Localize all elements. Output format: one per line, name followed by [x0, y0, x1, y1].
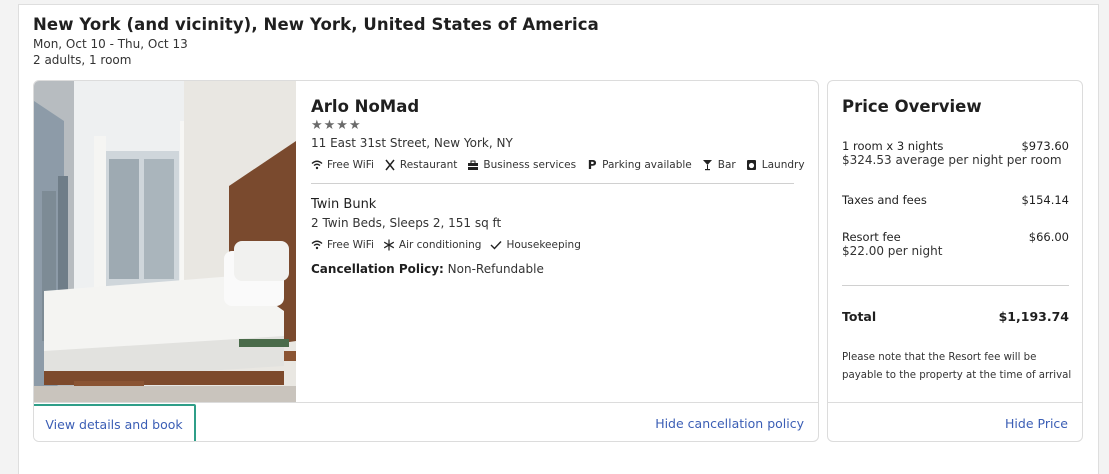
trip-guests: 2 adults, 1 room — [33, 53, 132, 67]
amenity-label: Free WiFi — [327, 239, 374, 251]
price-total-row: Total $1,193.74 — [842, 309, 1069, 324]
rooms-label: 1 room x 3 nights — [842, 139, 944, 153]
rooms-value: $973.60 — [1021, 139, 1069, 153]
hotel-room-photo — [34, 81, 296, 402]
total-value: $1,193.74 — [998, 309, 1069, 324]
amenity-wifi: Free WiFi — [311, 159, 374, 171]
destination-title: New York (and vicinity), New York, Unite… — [33, 15, 599, 34]
star-rating: ★★★★ — [311, 118, 362, 133]
wifi-icon — [311, 239, 323, 251]
snowflake-icon — [383, 239, 395, 251]
check-icon — [490, 239, 502, 251]
view-details-and-book-button[interactable]: View details and book — [34, 404, 196, 441]
amenity-label: Laundry — [761, 159, 805, 171]
price-rooms-row: 1 room x 3 nights $973.60 $324.53 averag… — [842, 139, 1069, 167]
amenity-parking: P Parking available — [586, 158, 692, 172]
amenity-laundry: Laundry — [746, 159, 805, 171]
price-divider — [842, 285, 1069, 286]
resort-fee-note: Please note that the Resort fee will be … — [842, 352, 1072, 381]
resort-label: Resort fee — [842, 230, 901, 244]
hotel-name: Arlo NoMad — [311, 97, 420, 116]
laundry-icon — [746, 159, 758, 171]
cancellation-value: Non-Refundable — [447, 262, 544, 276]
amenity-label: Free WiFi — [327, 159, 374, 171]
hotel-address: 11 East 31st Street, New York, NY — [311, 136, 513, 150]
amenity-label: Parking available — [602, 159, 692, 171]
room-amenities: Free WiFi Air conditioning Housekeeping — [311, 239, 801, 251]
resort-per-night: $22.00 per night — [842, 244, 943, 258]
section-divider — [311, 183, 794, 184]
trip-dates: Mon, Oct 10 - Thu, Oct 13 — [33, 37, 188, 51]
price-card-footer: Hide Price — [828, 402, 1082, 443]
hotel-card: Arlo NoMad ★★★★ 11 East 31st Street, New… — [33, 80, 819, 442]
amenity-label: Air conditioning — [398, 239, 482, 251]
price-taxes-row: Taxes and fees $154.14 — [842, 193, 1069, 207]
amenity-label: Restaurant — [399, 159, 458, 171]
total-label: Total — [842, 309, 877, 324]
taxes-value: $154.14 — [1021, 193, 1069, 207]
room-amenity-housekeeping: Housekeeping — [490, 239, 581, 251]
room-name: Twin Bunk — [311, 197, 377, 212]
amenity-business: Business services — [467, 159, 576, 171]
resort-value: $66.00 — [1028, 230, 1069, 244]
parking-icon: P — [587, 158, 597, 172]
wifi-icon — [311, 159, 323, 171]
amenity-label: Business services — [483, 159, 577, 171]
hide-cancellation-policy-link[interactable]: Hide cancellation policy — [655, 416, 804, 431]
taxes-label: Taxes and fees — [842, 193, 927, 207]
hotel-amenities: Free WiFi Restaurant Business services P… — [311, 158, 805, 172]
price-overview-card: Price Overview 1 room x 3 nights $973.60… — [827, 80, 1083, 442]
restaurant-icon — [384, 159, 396, 171]
search-results-panel: New York (and vicinity), New York, Unite… — [18, 4, 1099, 474]
price-resort-row: Resort fee $66.00 $22.00 per night — [842, 230, 1069, 258]
room-description: 2 Twin Beds, Sleeps 2, 151 sq ft — [311, 216, 502, 230]
amenity-restaurant: Restaurant — [384, 159, 457, 171]
bar-icon — [702, 159, 714, 171]
average-per-night: $324.53 average per night per room — [842, 153, 1062, 167]
amenity-bar: Bar — [702, 159, 736, 171]
amenity-label: Housekeeping — [506, 239, 581, 251]
trip-header: New York (and vicinity), New York, Unite… — [33, 15, 599, 68]
hotel-info: Arlo NoMad ★★★★ 11 East 31st Street, New… — [311, 97, 805, 276]
cancellation-label: Cancellation Policy: — [311, 262, 444, 276]
briefcase-icon — [467, 159, 479, 171]
cancellation-policy: Cancellation Policy: Non-Refundable — [311, 262, 801, 276]
hotel-card-footer: View details and book Hide cancellation … — [34, 402, 818, 441]
amenity-label: Bar — [717, 159, 736, 171]
price-overview-title: Price Overview — [842, 97, 982, 116]
hide-price-link[interactable]: Hide Price — [1005, 416, 1068, 431]
room-amenity-wifi: Free WiFi — [311, 239, 374, 251]
room-amenity-ac: Air conditioning — [383, 239, 482, 251]
